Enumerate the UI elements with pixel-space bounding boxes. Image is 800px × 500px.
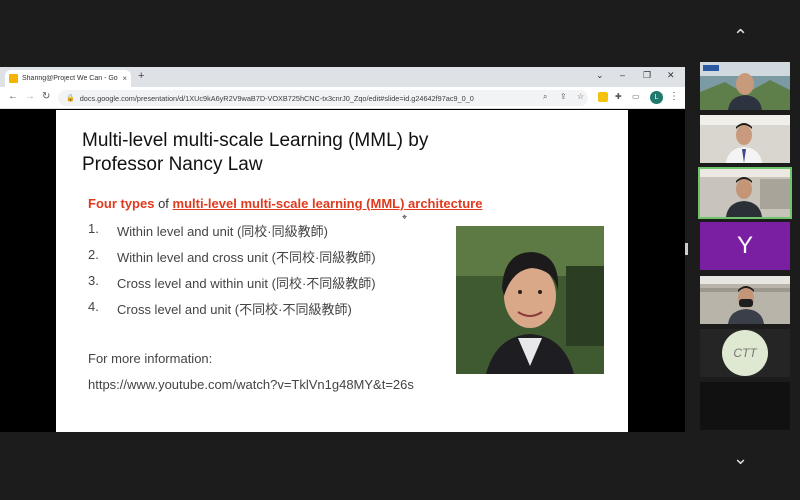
types-list: 1. Within level and unit (同校·同級教師) 2. With…	[88, 221, 376, 325]
tab-title: Sharing@Project We Can - Go	[22, 75, 118, 82]
close-tab-icon[interactable]: ×	[122, 74, 127, 83]
shared-screen: Sharing@Project We Can - Go × + ⌄ – ❐ ✕ …	[0, 67, 685, 432]
participant-initial: Y	[736, 232, 753, 259]
new-tab-icon[interactable]: +	[138, 70, 144, 82]
extension-icon[interactable]	[598, 92, 608, 102]
subtitle-connector: of	[154, 196, 173, 211]
item-text: Cross level and unit (不同校·不同級教師)	[117, 302, 352, 317]
participant-avatar-tile[interactable]: CTT	[700, 329, 790, 377]
browser-tab[interactable]: Sharing@Project We Can - Go ×	[5, 70, 131, 87]
page-viewport: Multi-level multi-scale Learning (MML) b…	[0, 110, 685, 432]
participant-video-4[interactable]	[700, 276, 790, 324]
list-item: 1. Within level and unit (同校·同級教師)	[88, 221, 376, 247]
participant-video-3[interactable]	[698, 167, 792, 219]
participant-empty-tile[interactable]	[700, 382, 790, 430]
presentation-slide: Multi-level multi-scale Learning (MML) b…	[56, 110, 628, 432]
item-text: Within level and unit (同校·同級教師)	[117, 224, 328, 239]
item-text: Within level and cross unit (不同校·同級教師)	[117, 250, 376, 265]
back-icon[interactable]: ←	[8, 91, 18, 102]
list-item: 2. Within level and cross unit (不同校·同級教師)	[88, 247, 376, 273]
share-icon[interactable]: ⇪	[560, 92, 567, 101]
list-item: 4. Cross level and unit (不同校·不同級教師)	[88, 299, 376, 325]
profile-avatar[interactable]: L	[650, 91, 663, 104]
item-text: Cross level and within unit (同校·不同級教師)	[117, 276, 376, 291]
bookmark-star-icon[interactable]: ☆	[577, 92, 584, 101]
item-number: 3.	[88, 273, 99, 288]
forward-icon[interactable]: →	[25, 91, 35, 102]
sidebar-icon[interactable]: ▭	[632, 92, 640, 101]
slide-title: Multi-level multi-scale Learning (MML) b…	[82, 130, 429, 175]
menu-icon[interactable]: ⋮	[669, 91, 679, 102]
youtube-link[interactable]: https://www.youtube.com/watch?v=TklVn1g4…	[88, 377, 414, 392]
chevron-down-icon[interactable]: ⌄	[596, 70, 604, 81]
browser-toolbar: ← → ↻ 🔒 docs.google.com/presentation/d/1…	[0, 87, 685, 109]
close-window-icon[interactable]: ✕	[667, 70, 675, 81]
address-bar[interactable]: 🔒 docs.google.com/presentation/d/1XUc9kA…	[58, 90, 588, 106]
url-text: docs.google.com/presentation/d/1XUc9kA6y…	[79, 93, 474, 103]
slide-subtitle: Four types of multi-level multi-scale le…	[88, 196, 482, 211]
tab-strip: Sharing@Project We Can - Go × + ⌄ – ❐ ✕	[0, 67, 685, 87]
item-number: 4.	[88, 299, 99, 314]
scroll-up-icon[interactable]: ⌃	[733, 26, 748, 47]
info-label: For more information:	[88, 351, 213, 366]
lock-icon: 🔒	[66, 95, 75, 102]
item-number: 1.	[88, 221, 99, 236]
mouse-cursor-icon: ⌖	[402, 212, 408, 222]
participant-video-1[interactable]	[700, 62, 790, 110]
restore-icon[interactable]: ❐	[643, 70, 651, 81]
meeting-stage: ⌃ ⌄ Sharing@Project We Can - Go × + ⌄ – …	[0, 0, 800, 500]
reload-icon[interactable]: ↻	[42, 91, 50, 102]
participant-avatar: CTT	[722, 330, 768, 376]
item-number: 2.	[88, 247, 99, 262]
extensions-puzzle-icon[interactable]: ✚	[615, 92, 622, 101]
minimize-icon[interactable]: –	[620, 70, 625, 80]
participant-avatar-tile[interactable]: Y	[700, 222, 790, 270]
list-item: 3. Cross level and within unit (同校·不同級教師)	[88, 273, 376, 299]
participant-video-2[interactable]	[700, 115, 790, 163]
scroll-down-icon[interactable]: ⌄	[733, 448, 748, 469]
subtitle-emphasis: Four types	[88, 196, 155, 211]
mml-architecture-link[interactable]: multi-level multi-scale learning (MML) a…	[173, 196, 483, 211]
slides-icon	[9, 74, 18, 83]
panel-resize-handle[interactable]	[685, 243, 688, 255]
zoom-icon[interactable]: ⌕	[543, 92, 547, 102]
portrait-photo	[456, 226, 604, 374]
